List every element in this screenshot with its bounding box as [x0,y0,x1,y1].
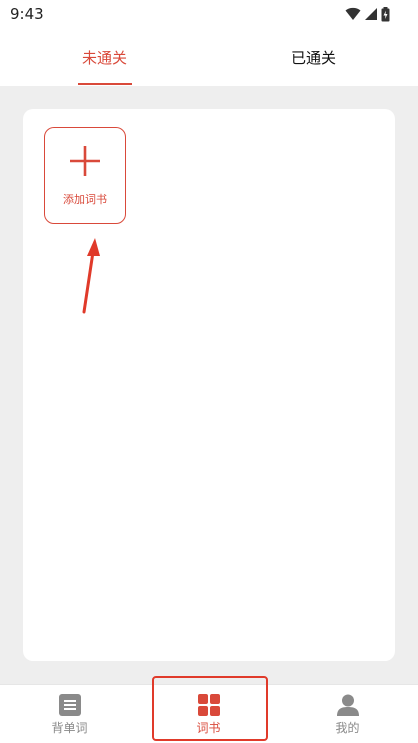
add-wordbook-label: 添加词书 [63,193,107,206]
book-icon [58,694,81,716]
status-bar: 9:43 [0,0,418,28]
tab-unpassed[interactable]: 未通关 [0,28,209,86]
nav-item-wordbook[interactable]: 词书 [139,685,278,743]
grid-icon [197,694,220,716]
tab-bar: 未通关 已通关 [0,28,418,86]
content-area: 添加词书 [0,86,418,684]
tab-passed[interactable]: 已通关 [209,28,418,86]
plus-icon [70,146,100,176]
battery-charging-icon [381,6,390,21]
bottom-nav: 背单词 词书 我的 [0,684,418,743]
active-tab-indicator [78,83,132,85]
nav-label: 词书 [196,721,221,735]
wordbook-card: 添加词书 [23,109,395,661]
status-time: 9:43 [10,5,44,23]
signal-icon [365,8,377,20]
nav-label: 背单词 [51,721,88,735]
nav-label: 我的 [335,721,360,735]
add-wordbook-button[interactable]: 添加词书 [44,127,126,224]
wifi-icon [345,7,361,20]
person-icon [336,694,359,716]
nav-item-memorize[interactable]: 背单词 [0,685,139,743]
status-icons [345,6,390,22]
app-screen: 9:43 未通关 已通关 添加词书 背单词 词书 我的 [0,0,418,743]
nav-item-mine[interactable]: 我的 [278,685,417,743]
